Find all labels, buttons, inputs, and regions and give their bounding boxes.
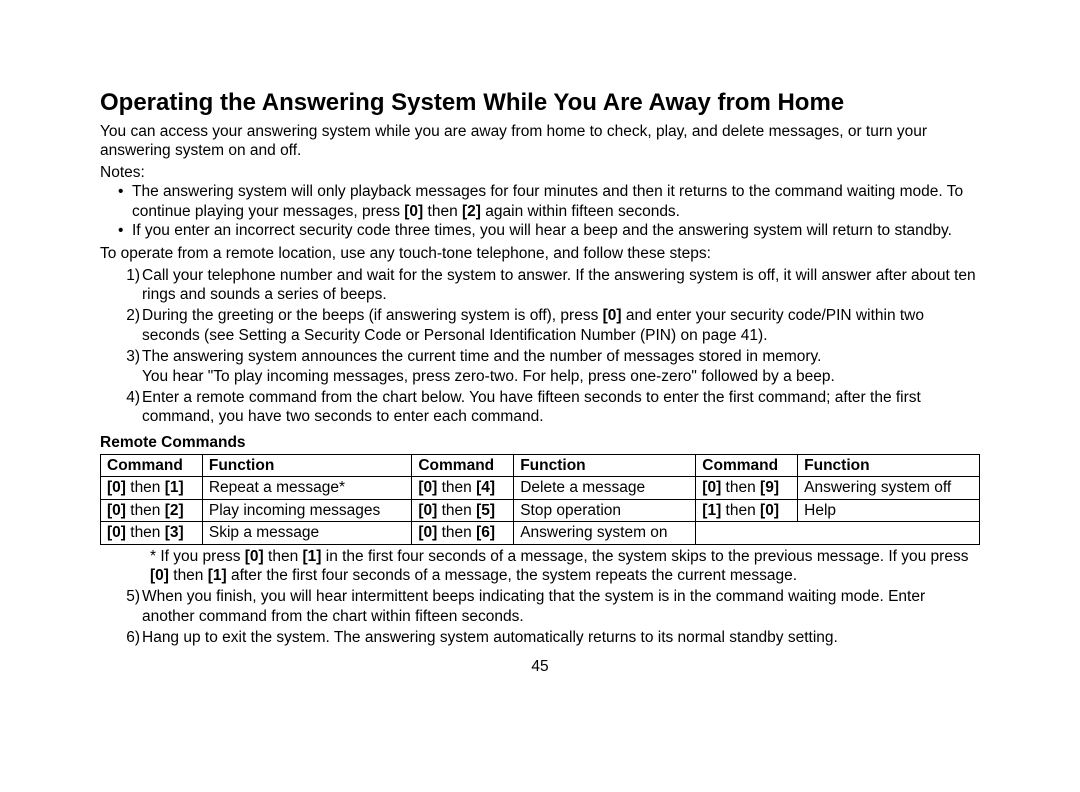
steps-list: 1)Call your telephone number and wait fo…	[100, 266, 980, 427]
note-item: If you enter an incorrect security code …	[122, 221, 980, 240]
table-row: [0] then [1] Repeat a message* [0] then …	[101, 477, 980, 499]
col-command: Command	[412, 455, 514, 477]
col-command: Command	[101, 455, 203, 477]
steps-list-cont: 5)When you finish, you will hear intermi…	[100, 587, 980, 647]
step-item: 2)During the greeting or the beeps (if a…	[122, 306, 980, 345]
remote-commands-table: Command Function Command Function Comman…	[100, 454, 980, 545]
intro-paragraph: You can access your answering system whi…	[100, 122, 980, 161]
table-footnote: * If you press [0] then [1] in the first…	[100, 547, 980, 586]
col-function: Function	[798, 455, 980, 477]
step-item: 5)When you finish, you will hear intermi…	[122, 587, 980, 626]
col-function: Function	[202, 455, 412, 477]
step-item: 6)Hang up to exit the system. The answer…	[122, 628, 980, 647]
document-page: Operating the Answering System While You…	[0, 0, 1080, 792]
notes-label: Notes:	[100, 163, 980, 182]
lead-paragraph: To operate from a remote location, use a…	[100, 244, 980, 263]
step-item: 4)Enter a remote command from the chart …	[122, 388, 980, 427]
table-row: [0] then [3] Skip a message [0] then [6]…	[101, 522, 980, 544]
step-item: 1)Call your telephone number and wait fo…	[122, 266, 980, 305]
note-item: The answering system will only playback …	[122, 182, 980, 221]
table-row: [0] then [2] Play incoming messages [0] …	[101, 499, 980, 521]
col-function: Function	[514, 455, 696, 477]
table-title: Remote Commands	[100, 433, 980, 452]
table-header-row: Command Function Command Function Comman…	[101, 455, 980, 477]
page-number: 45	[100, 657, 980, 676]
step-item: 3)The answering system announces the cur…	[122, 347, 980, 386]
col-command: Command	[696, 455, 798, 477]
page-title: Operating the Answering System While You…	[100, 88, 980, 118]
notes-list: The answering system will only playback …	[100, 182, 980, 240]
